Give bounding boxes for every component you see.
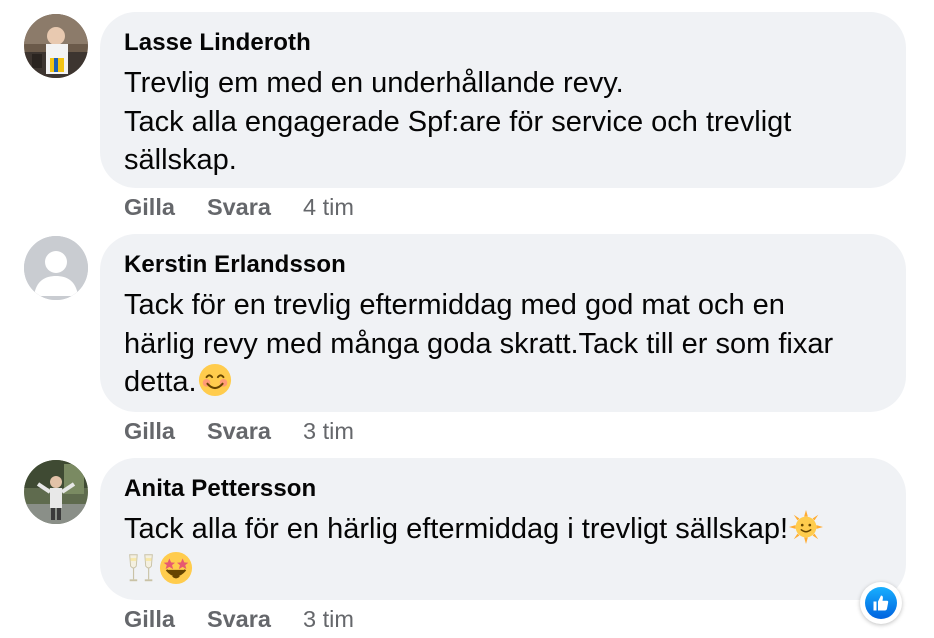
avatar[interactable]	[24, 460, 88, 524]
comment-text-fragment: detta.	[124, 366, 197, 398]
avatar-photo	[24, 14, 88, 78]
comment-text-line: sällskap.	[124, 144, 237, 176]
comment-actions: Gilla Svara 4 tim	[124, 192, 354, 222]
comment-timestamp[interactable]: 4 tim	[303, 192, 354, 222]
default-avatar-icon	[24, 236, 88, 300]
comment-timestamp[interactable]: 3 tim	[303, 604, 354, 634]
comment-text-line: Tack för en trevlig eftermiddag med god …	[124, 289, 785, 321]
avatar[interactable]	[24, 236, 88, 300]
comment-author[interactable]: Kerstin Erlandsson	[124, 250, 882, 280]
comment-bubble: Anita Pettersson Tack alla för en härlig…	[100, 458, 906, 600]
like-button[interactable]: Gilla	[124, 416, 175, 446]
comment-bubble: Lasse Linderoth Trevlig em med en underh…	[100, 12, 906, 188]
comment-thread: Lasse Linderoth Trevlig em med en underh…	[0, 0, 934, 638]
like-button[interactable]: Gilla	[124, 604, 175, 634]
reply-button[interactable]: Svara	[207, 604, 271, 634]
comment-timestamp[interactable]: 3 tim	[303, 416, 354, 446]
comment-text-fragment: Tack alla för en härlig eftermiddag i tr…	[124, 513, 789, 545]
thumbs-up-icon	[873, 595, 889, 611]
like-button[interactable]: Gilla	[124, 192, 175, 222]
reply-button[interactable]: Svara	[207, 192, 271, 222]
star-struck-emoji	[159, 551, 193, 584]
comment-text-line: Trevlig em med en underhållande revy.	[124, 67, 624, 99]
comment-bubble: Kerstin Erlandsson Tack för en trevlig e…	[100, 234, 906, 412]
champagne-glasses-emoji	[129, 553, 153, 581]
comment-author[interactable]: Lasse Linderoth	[124, 28, 882, 58]
comment-text-line: detta.	[124, 363, 882, 402]
emoji-line	[124, 551, 882, 590]
avatar[interactable]	[24, 14, 88, 78]
comment-actions: Gilla Svara 3 tim	[124, 416, 354, 446]
comment-author[interactable]: Anita Pettersson	[124, 474, 882, 504]
like-reaction-badge[interactable]	[860, 582, 902, 624]
smiling-face-emoji	[198, 363, 231, 397]
reply-button[interactable]: Svara	[207, 416, 271, 446]
avatar-photo	[24, 460, 88, 524]
comment-text-line: härlig revy med många goda skratt.Tack t…	[124, 327, 834, 360]
comment-text-line: Tack alla engagerade Spf:are för service…	[124, 105, 792, 138]
comment-text-line: Tack alla för en härlig eftermiddag i tr…	[124, 510, 882, 549]
sun-with-face-emoji	[789, 510, 824, 544]
like-reaction-icon	[865, 587, 897, 619]
comment-actions: Gilla Svara 3 tim	[124, 604, 354, 634]
